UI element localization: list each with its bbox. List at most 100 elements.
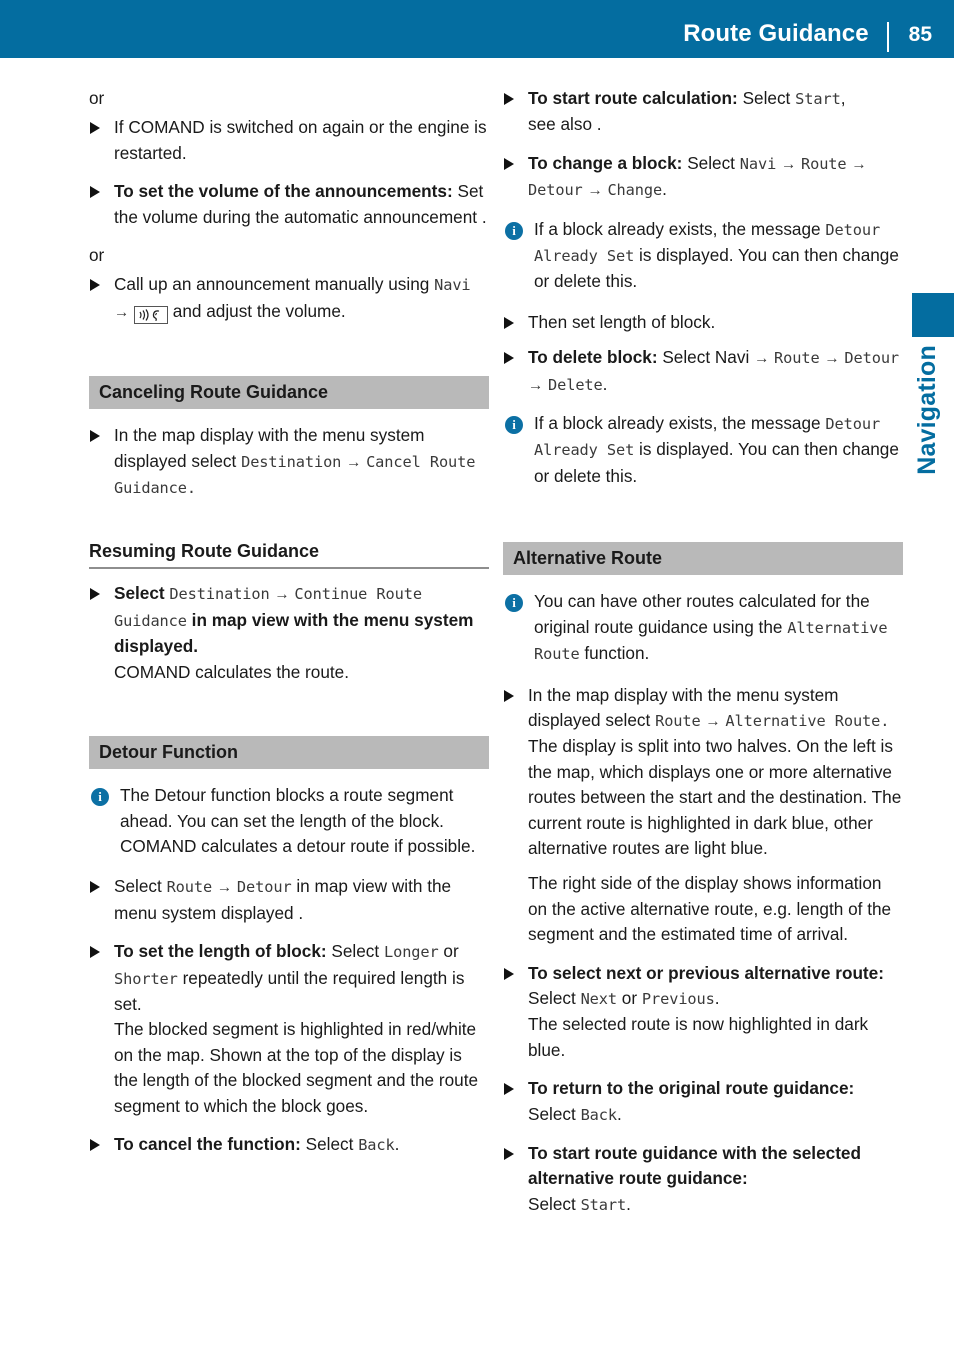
menu-arrow-icon: → <box>216 879 233 897</box>
list-item-manual-announcement: Call up an announcement manually using N… <box>89 272 489 325</box>
triangle-right-icon <box>504 316 514 329</box>
menu-path-period: . <box>880 711 890 730</box>
note-text: If a block already exists, the message <box>534 413 821 434</box>
list-item-text-line2: The display is split into two halves. On… <box>528 736 902 858</box>
section-heading-alternative-route: Alternative Route <box>503 542 903 576</box>
menu-arrow-icon: → <box>274 586 290 604</box>
menu-arrow-icon: → <box>346 453 362 471</box>
triangle-right-icon <box>504 352 514 365</box>
menu-path-route: Route <box>774 349 820 368</box>
menu-path-navi: Navi <box>434 276 471 295</box>
list-item-text: or <box>621 987 638 1008</box>
section-heading-canceling-route-guidance: Canceling Route Guidance <box>89 376 489 410</box>
list-item-text: Select <box>687 152 735 173</box>
page-number: 85 <box>908 23 932 46</box>
menu-arrow-icon: → <box>780 155 797 173</box>
left-column: or If COMAND is switched on again or the… <box>89 86 489 1171</box>
list-item-text: Select <box>114 876 162 897</box>
triangle-right-icon <box>90 122 100 135</box>
menu-arrow-icon: → <box>824 350 840 368</box>
chapter-tab-label: Navigation <box>913 345 941 475</box>
or-label-1: or <box>89 88 105 108</box>
list-item-text: Select <box>331 941 380 962</box>
menu-path-alternative-route: Alternative Route <box>725 711 881 730</box>
list-item-text: , <box>840 88 846 108</box>
note-text: The Detour function blocks a route segme… <box>120 785 476 856</box>
list-item-lead-in: To set the length of block: <box>114 941 327 962</box>
list-item-set-length-of-block: To set the length of block: Select Longe… <box>89 939 489 1119</box>
list-item-text: . <box>662 179 667 200</box>
list-item-lead-in: To set the volume of the announcements: <box>114 181 453 202</box>
menu-path-start: Start <box>580 1195 627 1214</box>
menu-arrow-icon: → <box>528 376 544 394</box>
menu-path-detour: Detour <box>844 349 900 368</box>
sound-volume-ear-icon <box>133 305 168 325</box>
list-item-text-line2: The selected route is now highlighted in… <box>528 1014 869 1060</box>
triangle-right-icon <box>504 1083 514 1096</box>
chapter-tab-marker <box>912 293 954 337</box>
note-detour-function: i The Detour function blocks a route seg… <box>89 783 489 859</box>
list-item-lead-in: To start route guidance with the selecte… <box>528 1143 861 1189</box>
note-text: If a block already exists, the message <box>534 218 821 239</box>
menu-path-detour: Detour <box>236 878 292 897</box>
triangle-right-icon <box>90 1138 100 1151</box>
list-item-lead-in: To change a block: <box>528 152 683 173</box>
list-item-text: . <box>714 987 720 1008</box>
note-text: function. <box>584 643 650 664</box>
list-item-lead-in: To cancel the function: <box>114 1133 301 1154</box>
triangle-right-icon <box>504 93 514 105</box>
menu-arrow-icon: → <box>114 303 130 321</box>
menu-path-route: Route <box>655 711 701 730</box>
list-item-lead-in: To select next or previous alternative r… <box>528 962 884 983</box>
list-item-text: Select <box>528 987 576 1008</box>
triangle-right-icon <box>90 430 100 443</box>
list-item-text: . <box>617 1103 622 1124</box>
chapter-side-tab: Navigation <box>912 293 954 475</box>
right-column: To start route calculation: Select Start… <box>503 86 903 1231</box>
note-alternative-route: i You can have other routes calculated f… <box>503 589 903 667</box>
note-block-already-exists-2: i If a block already exists, the message… <box>503 411 903 489</box>
header-inner: Route Guidance 85 <box>683 22 954 58</box>
list-item-map-display-alternative-route: In the map display with the menu system … <box>503 683 903 948</box>
page-title: Route Guidance <box>683 20 869 47</box>
list-item-text: Select <box>742 88 791 108</box>
list-item-start-route-calculation: To start route calculation: Select Start… <box>503 86 903 138</box>
list-item-cancel-the-function: To cancel the function: Select Back. <box>89 1132 489 1158</box>
triangle-right-icon <box>90 588 100 601</box>
info-circle-icon: i <box>505 221 523 240</box>
triangle-right-icon <box>504 689 514 702</box>
list-item-return-original-route-guidance: To return to the original route guidance… <box>503 1076 903 1128</box>
list-item-lead-in: To return to the original route guidance… <box>528 1078 855 1099</box>
triangle-right-icon <box>90 946 100 959</box>
triangle-right-icon <box>504 1148 514 1160</box>
list-item-text: Then set length of block. <box>528 311 716 332</box>
list-item-resume-route-guidance: Select Destination → Continue Route Guid… <box>89 581 489 685</box>
triangle-right-icon <box>90 881 100 894</box>
menu-path-navi: Navi <box>739 154 777 173</box>
menu-arrow-icon: → <box>851 155 867 173</box>
list-item-delete-block: To delete block: Select Navi → Route → D… <box>503 345 903 398</box>
list-item-text: . <box>394 1133 400 1154</box>
list-item-text: and adjust the volume. <box>172 300 346 321</box>
list-item-then-set-length: Then set length of block. <box>503 310 903 335</box>
list-item-text: or <box>443 941 459 962</box>
or-label-2: or <box>89 245 105 266</box>
menu-path-next: Next <box>580 989 618 1008</box>
list-item-text-line2: COMAND calculates the route. <box>114 661 349 682</box>
list-item-text: . <box>602 373 608 394</box>
list-item-text: . <box>626 1193 631 1214</box>
list-item-change-a-block: To change a block: Select Navi → Route →… <box>503 151 903 204</box>
menu-path-route: Route <box>166 878 213 897</box>
menu-path-shorter: Shorter <box>114 969 178 988</box>
list-item-lead-in: To delete block: <box>528 347 658 368</box>
menu-path-back: Back <box>580 1105 618 1124</box>
note-block-already-exists-1: i If a block already exists, the message… <box>503 217 903 295</box>
subsection-rule <box>89 567 489 570</box>
list-item-lead-in: Select <box>114 583 165 604</box>
menu-path-destination: Destination <box>241 452 342 471</box>
